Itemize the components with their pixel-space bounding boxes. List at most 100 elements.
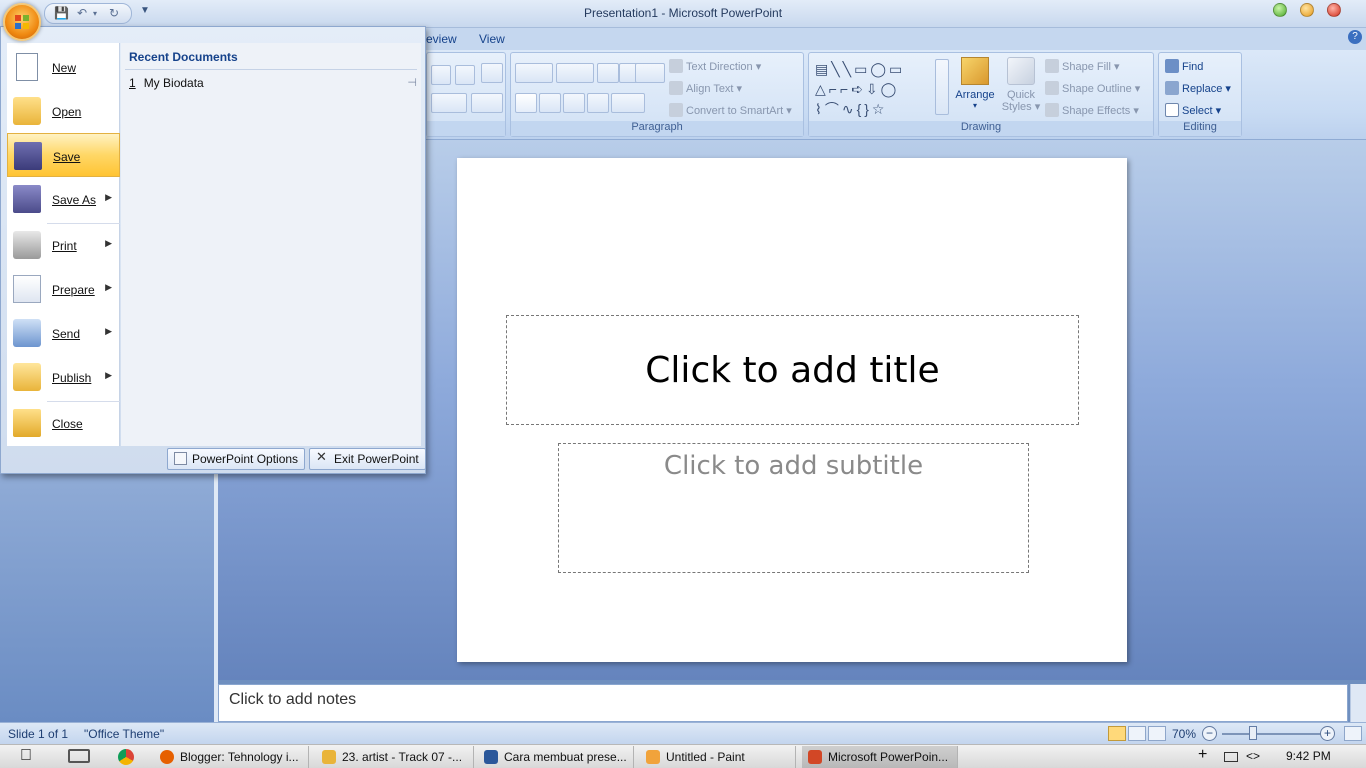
select-button[interactable]: Select ▾	[1165, 103, 1221, 117]
menu-item-send[interactable]: Send ▶	[7, 311, 120, 355]
code-icon[interactable]: <>	[1246, 749, 1260, 763]
taskbar-item-paint[interactable]: Untitled - Paint	[640, 746, 796, 768]
notes-pane[interactable]: Click to add notes	[218, 684, 1348, 722]
minimize-button[interactable]	[1273, 3, 1287, 17]
chevron-right-icon: ▶	[105, 326, 112, 336]
add-icon[interactable]: +	[1198, 746, 1207, 764]
clock: 9:42 PM	[1286, 749, 1331, 763]
paragraph-group-label: Paragraph	[511, 121, 803, 136]
find-button[interactable]: Find	[1165, 59, 1203, 73]
slideshow-button[interactable]	[1148, 726, 1166, 741]
chevron-right-icon: ▶	[105, 370, 112, 380]
menu-item-open[interactable]: Open	[7, 89, 120, 133]
notes-scrollbar[interactable]	[1350, 684, 1366, 722]
zoom-slider-thumb[interactable]	[1249, 726, 1257, 740]
help-icon[interactable]: ?	[1348, 30, 1362, 44]
align-left-icon[interactable]	[515, 93, 537, 113]
editing-group-label: Editing	[1159, 121, 1241, 136]
font-color-icon[interactable]	[471, 93, 503, 113]
close-window-button[interactable]	[1327, 3, 1341, 17]
change-case-icon[interactable]	[431, 93, 467, 113]
zoom-level[interactable]: 70%	[1172, 727, 1196, 741]
pin-icon[interactable]: ⊣	[407, 76, 417, 89]
fit-to-window-button[interactable]	[1344, 726, 1362, 741]
text-direction-icon	[669, 59, 683, 73]
maximize-button[interactable]	[1300, 3, 1314, 17]
new-document-icon	[16, 53, 38, 81]
drawing-group: ▤╲╲▭◯▭ △⌐⌐➪⇩◯ ⌇⌒∿{}☆ Arrange ▾ Quick Styles…	[808, 52, 1154, 137]
taskbar-item-powerpoint[interactable]: Microsoft PowerPoin...	[802, 746, 958, 768]
taskbar-item-word[interactable]: Cara membuat prese...	[478, 746, 634, 768]
shrink-font-icon[interactable]	[455, 65, 475, 85]
bullets-icon[interactable]	[515, 63, 553, 83]
shapes-gallery[interactable]: ▤╲╲▭◯▭ △⌐⌐➪⇩◯ ⌇⌒∿{}☆	[815, 59, 935, 119]
chevron-right-icon: ▶	[105, 238, 112, 248]
office-menu-commands: New Open Save Save As ▶ Print ▶ Prepare …	[7, 43, 120, 446]
text-direction-button[interactable]: Text Direction ▾	[669, 59, 761, 73]
window-icon[interactable]	[1224, 752, 1238, 762]
arrange-button[interactable]: Arrange ▾	[955, 57, 995, 110]
menu-item-new[interactable]: New	[7, 45, 120, 89]
media-player-icon	[322, 750, 336, 764]
chevron-right-icon: ▶	[105, 282, 112, 292]
quick-styles-button[interactable]: Quick Styles ▾	[1001, 57, 1041, 113]
shape-effects-icon	[1045, 103, 1059, 117]
convert-smartart-button[interactable]: Convert to SmartArt ▾	[669, 103, 792, 117]
align-text-button[interactable]: Align Text ▾	[669, 81, 742, 95]
tab-view[interactable]: View	[479, 32, 505, 46]
clear-formatting-icon[interactable]	[481, 63, 503, 83]
slide-sorter-button[interactable]	[1128, 726, 1146, 741]
menu-item-print[interactable]: Print ▶	[7, 223, 120, 267]
shape-fill-icon	[1045, 59, 1059, 73]
recent-documents-panel: Recent Documents 1 My Biodata ⊣	[121, 43, 421, 446]
zoom-out-button[interactable]: −	[1202, 726, 1217, 741]
recent-documents-header: Recent Documents	[129, 50, 238, 64]
apple-icon[interactable]: 	[20, 747, 32, 765]
office-button[interactable]	[3, 3, 41, 41]
shape-fill-button[interactable]: Shape Fill ▾	[1045, 59, 1120, 73]
send-icon	[13, 319, 41, 347]
replace-icon	[1165, 81, 1179, 95]
align-right-icon[interactable]	[563, 93, 585, 113]
normal-view-button[interactable]	[1108, 726, 1126, 741]
theme-name[interactable]: "Office Theme"	[84, 727, 164, 741]
replace-button[interactable]: Replace ▾	[1165, 81, 1231, 95]
taskbar-item-blogger[interactable]: Blogger: Tehnology i...	[154, 746, 309, 768]
shape-effects-button[interactable]: Shape Effects ▾	[1045, 103, 1139, 117]
shape-outline-button[interactable]: Shape Outline ▾	[1045, 81, 1140, 95]
decrease-indent-icon[interactable]	[597, 63, 619, 83]
chrome-icon[interactable]	[118, 749, 134, 765]
menu-item-publish[interactable]: Publish ▶	[7, 355, 120, 399]
powerpoint-options-button[interactable]: PowerPoint Options	[167, 448, 306, 470]
columns-icon[interactable]	[611, 93, 645, 113]
files-icon[interactable]	[68, 749, 90, 763]
powerpoint-icon	[808, 750, 822, 764]
zoom-slider[interactable]	[1222, 733, 1322, 735]
numbering-icon[interactable]	[556, 63, 594, 83]
smartart-icon	[669, 103, 683, 117]
subtitle-placeholder[interactable]: Click to add subtitle	[558, 443, 1029, 573]
line-spacing-icon[interactable]	[635, 63, 665, 83]
menu-item-close[interactable]: Close	[7, 401, 120, 445]
font-group-label	[427, 121, 505, 136]
menu-item-prepare[interactable]: Prepare ▶	[7, 267, 120, 311]
taskbar:  Blogger: Tehnology i... 23. artist - T…	[0, 744, 1366, 768]
menu-item-save-as[interactable]: Save As ▶	[7, 177, 120, 221]
close-x-icon: ✕	[316, 449, 327, 464]
title-placeholder[interactable]: Click to add title	[506, 315, 1079, 425]
menu-item-save[interactable]: Save	[7, 133, 120, 177]
options-icon	[174, 452, 187, 465]
exit-powerpoint-button[interactable]: ✕ Exit PowerPoint	[309, 448, 426, 470]
justify-icon[interactable]	[587, 93, 609, 113]
recent-document-item[interactable]: 1 My Biodata ⊣	[129, 76, 419, 90]
shapes-scroll-icon[interactable]	[935, 59, 949, 115]
align-center-icon[interactable]	[539, 93, 561, 113]
drawing-group-label: Drawing	[809, 121, 1153, 136]
printer-icon	[13, 231, 41, 259]
slide-counter: Slide 1 of 1	[8, 727, 69, 741]
window-title: Presentation1 - Microsoft PowerPoint	[583, 6, 783, 20]
grow-font-icon[interactable]	[431, 65, 451, 85]
taskbar-item-track[interactable]: 23. artist - Track 07 -...	[316, 746, 474, 768]
tab-review[interactable]: eview	[426, 32, 457, 46]
zoom-in-button[interactable]: +	[1320, 726, 1335, 741]
